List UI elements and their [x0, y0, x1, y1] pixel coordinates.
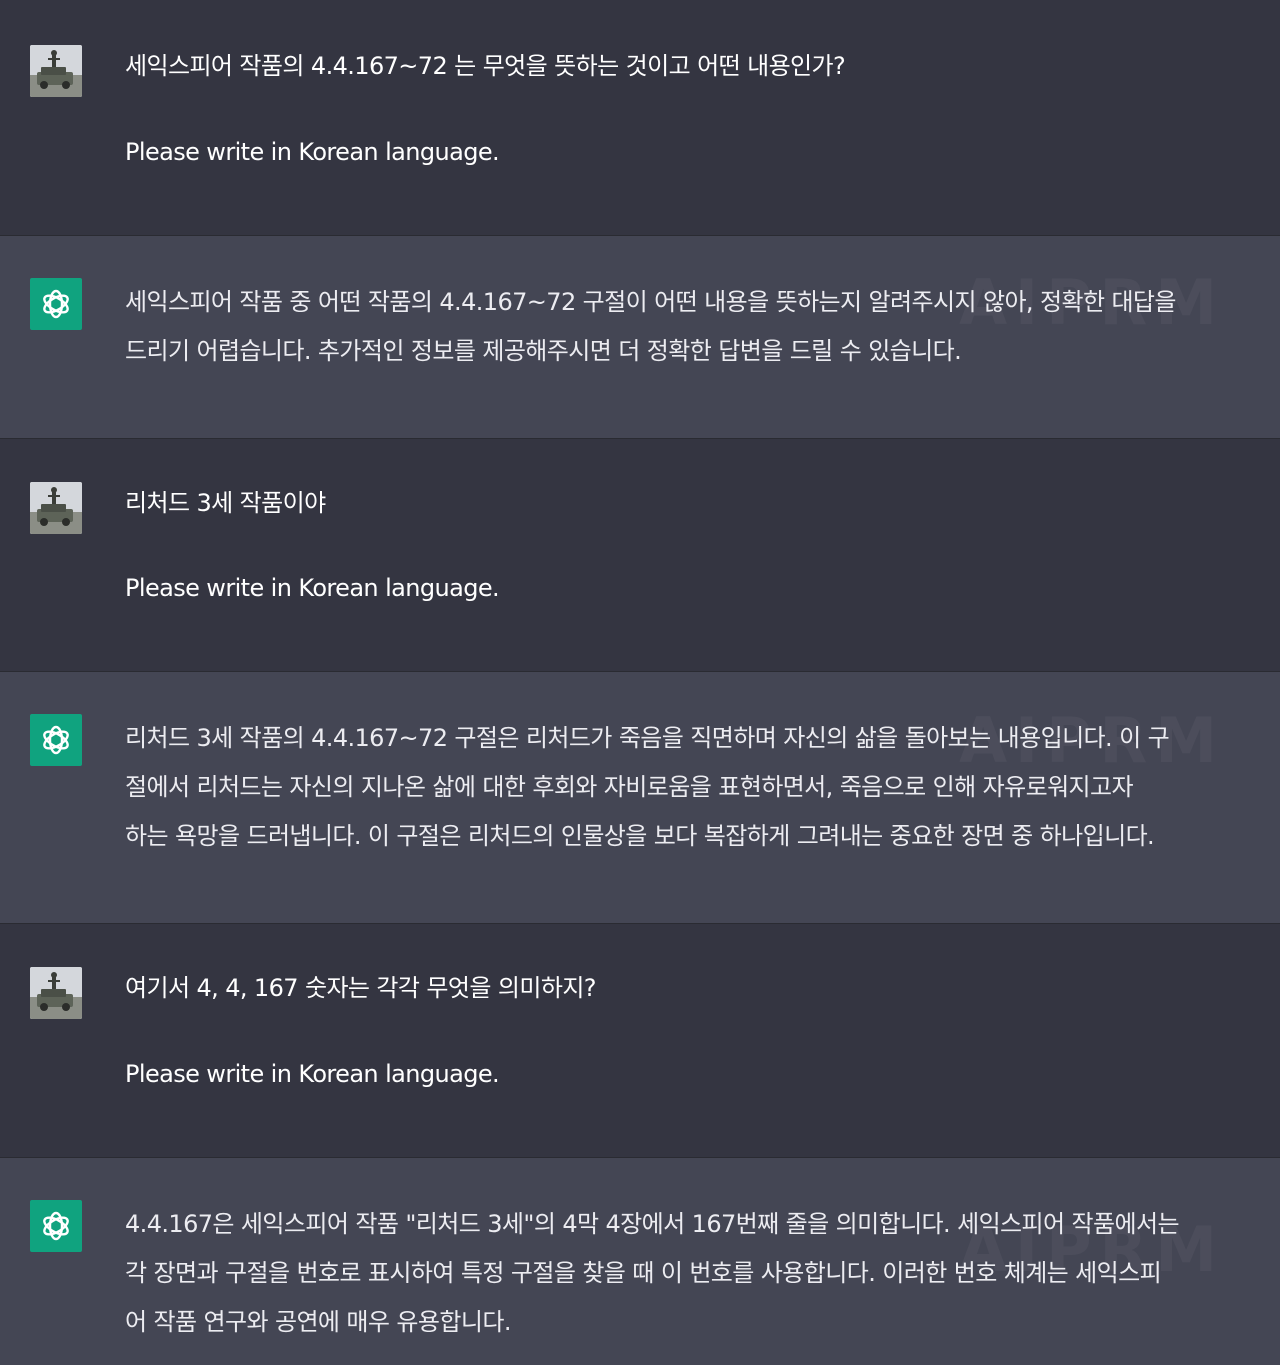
- watermark-text: AIPRM: [959, 1213, 1225, 1286]
- user-message-line: Please write in Korean language.: [125, 138, 500, 166]
- assistant-message: 4.4.167은 세익스피어 작품 "리처드 3세"의 4막 4장에서 167번…: [0, 1158, 1280, 1365]
- assistant-message-line: 어 작품 연구와 공연에 매우 유용합니다.: [125, 1308, 511, 1336]
- openai-logo-icon: [43, 289, 69, 319]
- user-message: 세익스피어 작품의 4.4.167~72 는 무엇을 뜻하는 것이고 어떤 내용…: [0, 0, 1280, 236]
- openai-logo-icon: [43, 1211, 69, 1241]
- user-message-line: 리처드 3세 작품이야: [125, 489, 326, 517]
- user-message-line: Please write in Korean language.: [125, 1060, 500, 1088]
- user-message-line: 여기서 4, 4, 167 숫자는 각각 무엇을 의미하지?: [125, 974, 597, 1002]
- user-avatar: [30, 45, 82, 97]
- user-avatar: [30, 967, 82, 1019]
- chat-thread: 세익스피어 작품의 4.4.167~72 는 무엇을 뜻하는 것이고 어떤 내용…: [0, 0, 1280, 1365]
- user-avatar: [30, 482, 82, 534]
- user-message-line: Please write in Korean language.: [125, 574, 500, 602]
- watermark-text: AIPRM: [959, 704, 1225, 777]
- user-photo-avatar-icon: [30, 482, 82, 534]
- assistant-avatar: [30, 1200, 82, 1252]
- assistant-avatar: [30, 278, 82, 330]
- assistant-message-line: 하는 욕망을 드러냅니다. 이 구절은 리처드의 인물상을 보다 복잡하게 그려…: [125, 822, 1155, 850]
- openai-logo-icon: [43, 725, 69, 755]
- assistant-message: 리처드 3세 작품의 4.4.167~72 구절은 리처드가 죽음을 직면하며 …: [0, 672, 1280, 924]
- watermark-text: AIPRM: [959, 266, 1225, 339]
- user-message-line: 세익스피어 작품의 4.4.167~72 는 무엇을 뜻하는 것이고 어떤 내용…: [125, 52, 846, 80]
- user-message: 여기서 4, 4, 167 숫자는 각각 무엇을 의미하지? Please wr…: [0, 924, 1280, 1158]
- assistant-avatar: [30, 714, 82, 766]
- user-message: 리처드 3세 작품이야 Please write in Korean langu…: [0, 439, 1280, 672]
- user-photo-avatar-icon: [30, 967, 82, 1019]
- assistant-message: 세익스피어 작품 중 어떤 작품의 4.4.167~72 구절이 어떤 내용을 …: [0, 236, 1280, 439]
- user-photo-avatar-icon: [30, 45, 82, 97]
